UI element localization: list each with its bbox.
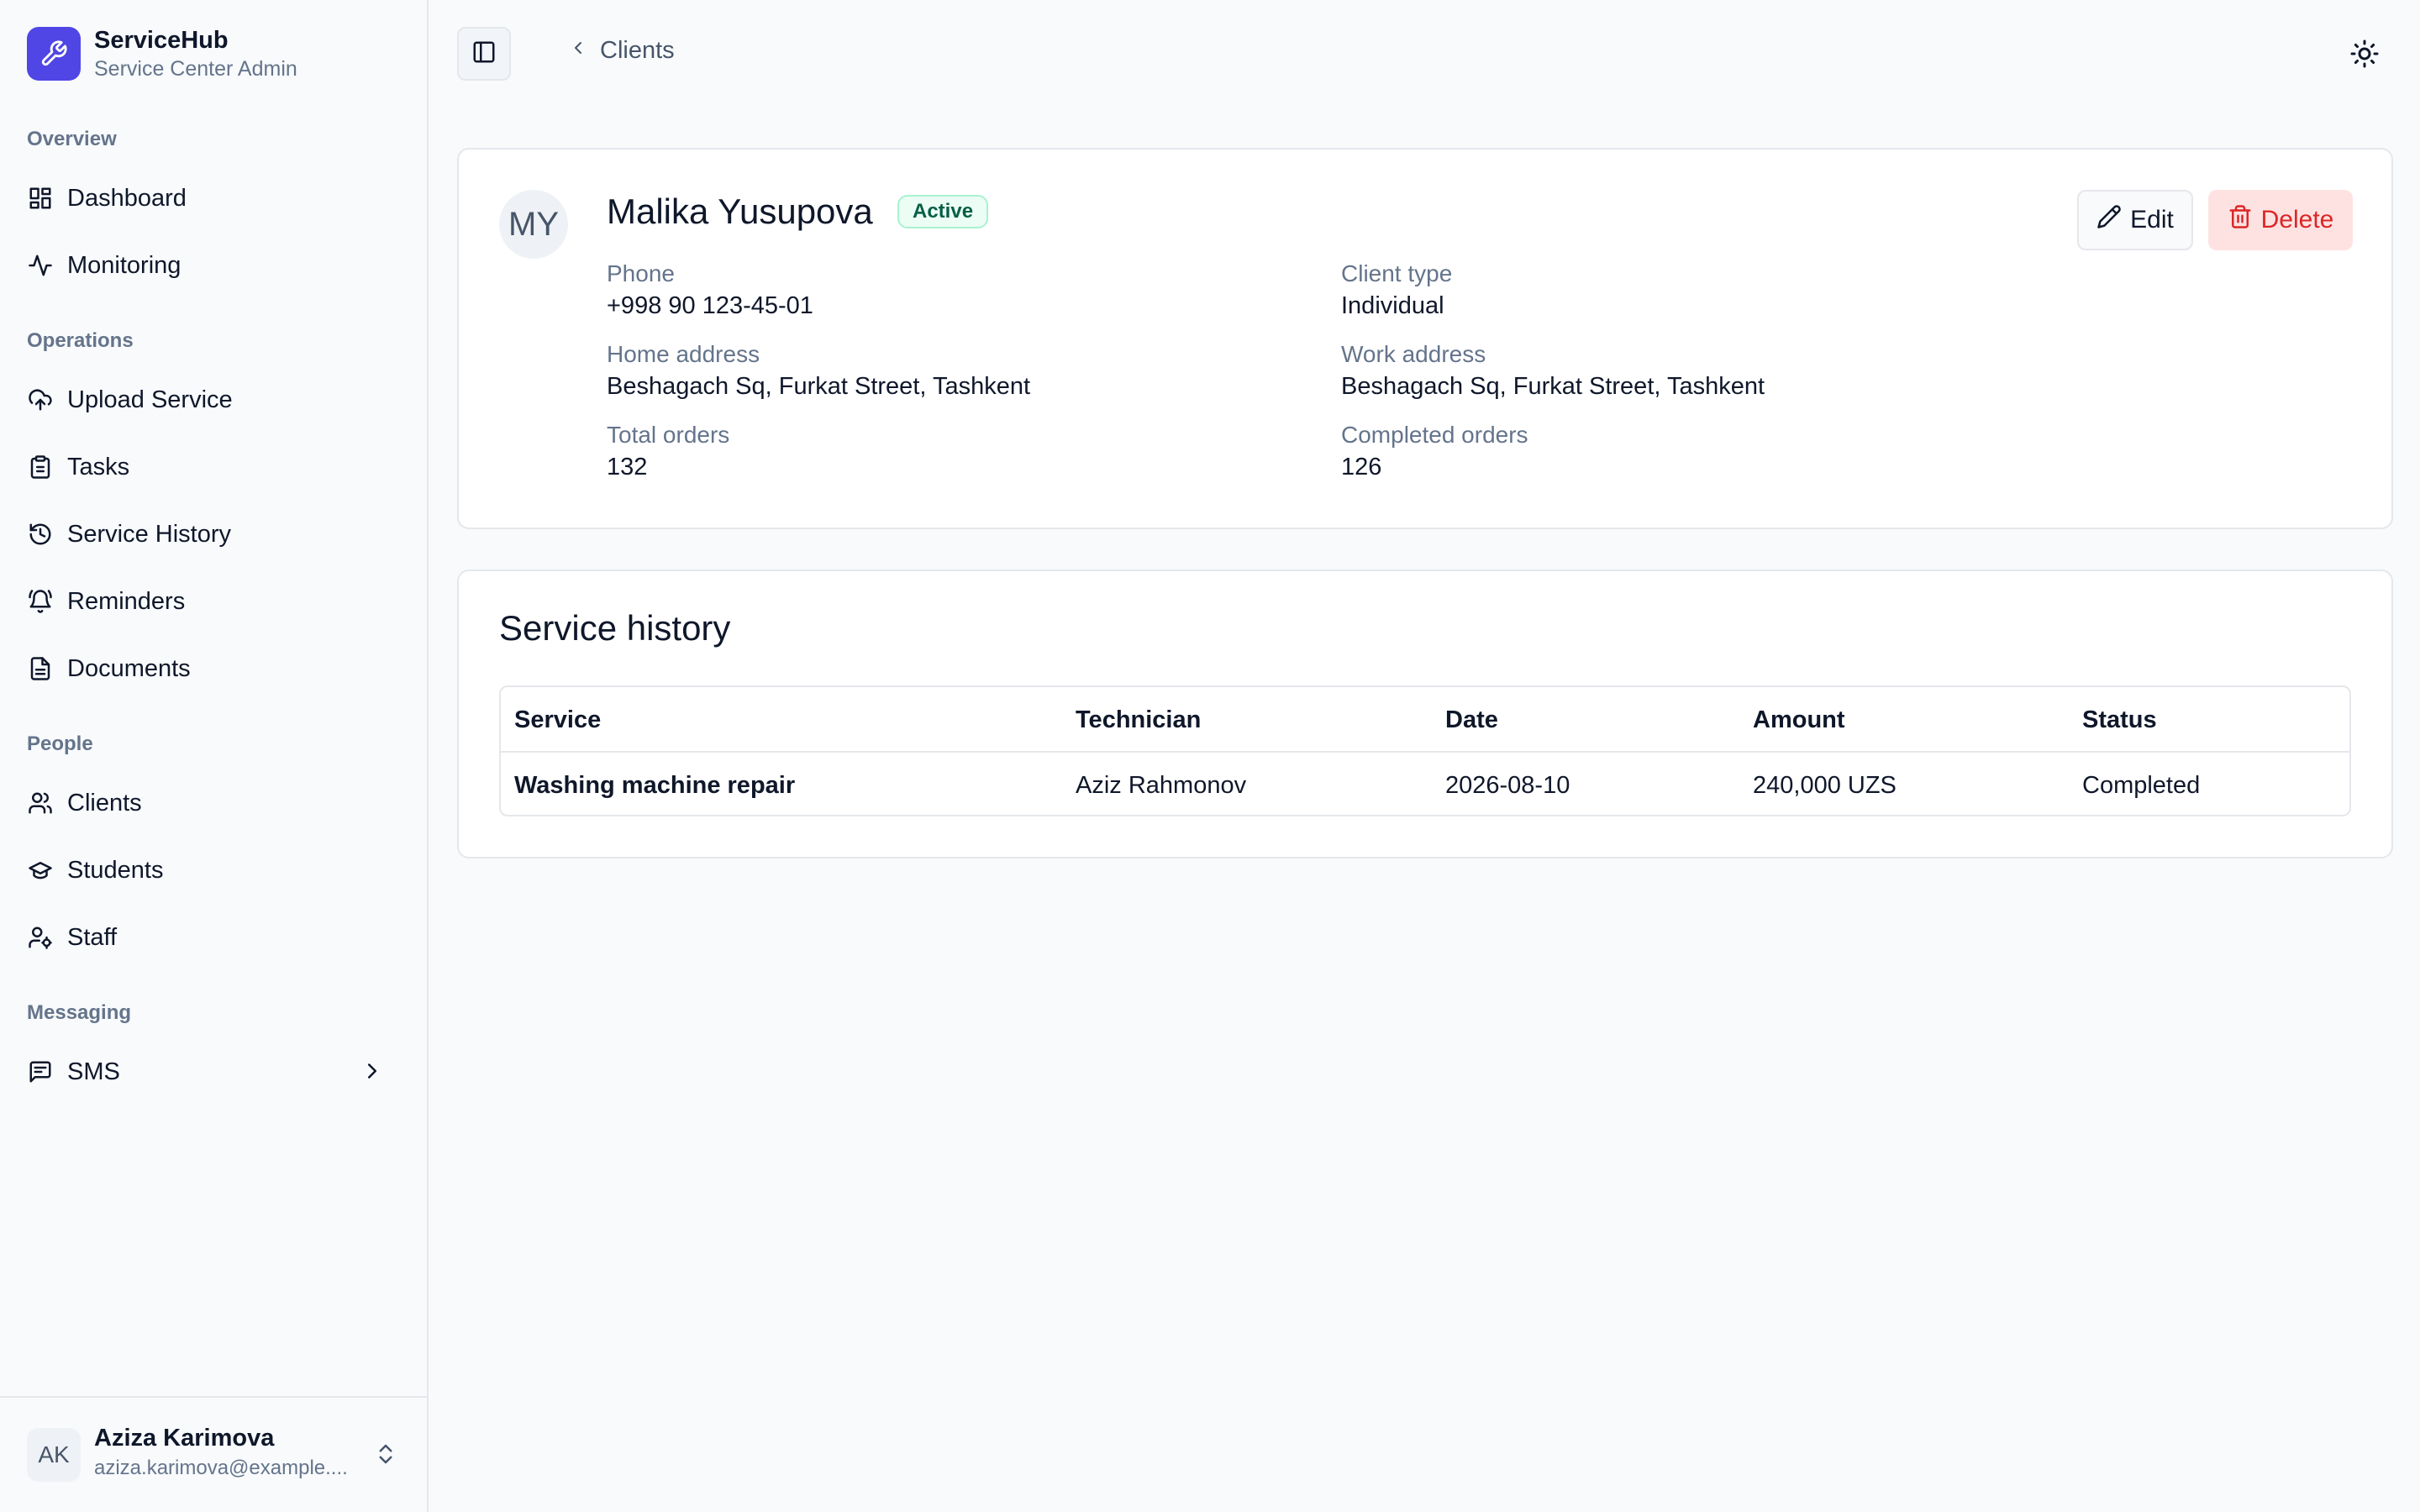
chevron-left-icon — [568, 37, 588, 65]
group-label-overview: Overview — [27, 128, 117, 150]
section-title: Service history — [499, 608, 731, 648]
users-icon — [27, 790, 54, 816]
client-profile-card: MY Malika Yusupova Active Edit Delete Ph… — [457, 148, 2393, 529]
group-label-people: People — [27, 732, 93, 755]
bell-icon — [27, 588, 54, 615]
field-phone: Phone +998 90 123-45-01 — [607, 259, 813, 323]
sidebar-item-label: Documents — [67, 654, 191, 682]
trash-icon — [2228, 204, 2253, 236]
field-home-address: Home address Beshagach Sq, Furkat Street… — [607, 339, 1030, 403]
field-value: 126 — [1341, 454, 1382, 480]
column-header-date: Date — [1445, 706, 1498, 733]
sidebar-item-label: SMS — [67, 1058, 120, 1085]
app-root: ServiceHub Service Center Admin Overview… — [0, 0, 2420, 1512]
chevron-right-icon — [360, 1058, 385, 1090]
message-square-icon — [27, 1058, 54, 1085]
cell-amount: 240,000 UZS — [1753, 772, 1897, 799]
sidebar-item-label: Students — [67, 856, 164, 884]
sidebar-item-label: Monitoring — [67, 251, 182, 279]
sidebar-item-service-history[interactable]: Service History — [13, 507, 415, 561]
cloud-upload-icon — [27, 386, 54, 413]
sidebar-item-students[interactable]: Students — [13, 843, 415, 897]
delete-button[interactable]: Delete — [2208, 190, 2353, 250]
dashboard-icon — [27, 185, 54, 212]
field-total-orders: Total orders 132 — [607, 420, 729, 484]
history-icon — [27, 521, 54, 548]
sidebar-item-label: Dashboard — [67, 184, 187, 212]
column-header-amount: Amount — [1753, 706, 1845, 733]
graduation-cap-icon — [27, 857, 54, 884]
sidebar-item-label: Tasks — [67, 453, 130, 480]
sidebar-item-label: Upload Service — [67, 386, 233, 413]
sidebar-item-staff[interactable]: Staff — [13, 911, 415, 964]
client-avatar: MY — [499, 190, 568, 259]
cell-date: 2026-08-10 — [1445, 772, 1570, 799]
brand-name: ServiceHub — [94, 27, 229, 54]
pencil-icon — [2096, 204, 2122, 236]
sidebar: ServiceHub Service Center Admin Overview… — [0, 0, 429, 1512]
column-header-service: Service — [514, 706, 602, 733]
sidebar-item-label: Service History — [67, 520, 231, 548]
panel-left-icon — [471, 39, 497, 69]
field-value: Individual — [1341, 292, 1444, 319]
field-label: Total orders — [607, 422, 730, 448]
table-row[interactable]: Washing machine repair Aziz Rahmonov 202… — [501, 753, 2349, 815]
wrench-icon — [27, 27, 81, 81]
breadcrumb-back-link[interactable]: Clients — [568, 37, 675, 65]
field-client-type: Client type Individual — [1341, 259, 1452, 323]
client-name: Malika Yusupova — [607, 192, 873, 231]
sidebar-item-sms[interactable]: SMS — [13, 1045, 415, 1099]
sidebar-item-tasks[interactable]: Tasks — [13, 440, 415, 494]
sidebar-item-documents[interactable]: Documents — [13, 642, 415, 696]
sidebar-item-label: Reminders — [67, 587, 186, 615]
chevrons-up-down-icon — [373, 1441, 398, 1471]
sidebar-item-monitoring[interactable]: Monitoring — [13, 239, 415, 292]
cell-technician: Aziz Rahmonov — [1076, 772, 1247, 799]
sidebar-item-clients[interactable]: Clients — [13, 776, 415, 830]
field-value: 132 — [607, 454, 648, 480]
user-name: Aziza Karimova — [94, 1425, 275, 1452]
sidebar-item-label: Clients — [67, 789, 142, 816]
sidebar-item-reminders[interactable]: Reminders — [13, 575, 415, 628]
field-completed-orders: Completed orders 126 — [1341, 420, 1528, 484]
service-history-card: Service history Service Technician Date … — [457, 570, 2393, 858]
user-cog-icon — [27, 924, 54, 951]
field-label: Completed orders — [1341, 422, 1528, 448]
brand[interactable]: ServiceHub Service Center Admin — [27, 25, 297, 82]
field-value: +998 90 123-45-01 — [607, 292, 813, 319]
field-value: Beshagach Sq, Furkat Street, Tashkent — [607, 373, 1031, 400]
sidebar-toggle-button[interactable] — [457, 27, 511, 81]
sidebar-item-label: Staff — [67, 923, 118, 951]
edit-button[interactable]: Edit — [2077, 190, 2193, 250]
field-value: Beshagach Sq, Furkat Street, Tashkent — [1341, 373, 1765, 400]
file-icon — [27, 655, 54, 682]
sidebar-item-dashboard[interactable]: Dashboard — [13, 171, 415, 225]
status-badge: Active — [897, 195, 989, 228]
column-header-technician: Technician — [1076, 706, 1202, 733]
table-header-row: Service Technician Date Amount Status — [501, 687, 2349, 753]
sun-icon — [2349, 39, 2380, 72]
group-label-operations: Operations — [27, 329, 134, 352]
field-label: Client type — [1341, 260, 1453, 286]
service-history-table: Service Technician Date Amount Status Wa… — [499, 685, 2351, 816]
clipboard-icon — [27, 454, 54, 480]
group-label-messaging: Messaging — [27, 1001, 132, 1024]
cell-status: Completed — [2082, 772, 2201, 799]
user-menu[interactable]: AK Aziza Karimova aziza.karimova@example… — [0, 1396, 429, 1512]
delete-button-label: Delete — [2260, 206, 2334, 234]
sidebar-item-upload-service[interactable]: Upload Service — [13, 373, 415, 427]
avatar: AK — [27, 1428, 81, 1482]
field-label: Work address — [1341, 341, 1486, 367]
column-header-status: Status — [2082, 706, 2157, 733]
brand-subtitle: Service Center Admin — [94, 57, 297, 81]
field-label: Phone — [607, 260, 675, 286]
edit-button-label: Edit — [2130, 206, 2174, 234]
field-work-address: Work address Beshagach Sq, Furkat Street… — [1341, 339, 1765, 403]
theme-toggle-button[interactable] — [2349, 39, 2380, 73]
breadcrumb-label: Clients — [600, 37, 675, 64]
activity-icon — [27, 252, 54, 279]
user-email: aziza.karimova@example.... — [94, 1457, 348, 1479]
field-label: Home address — [607, 341, 760, 367]
cell-service: Washing machine repair — [514, 772, 796, 799]
